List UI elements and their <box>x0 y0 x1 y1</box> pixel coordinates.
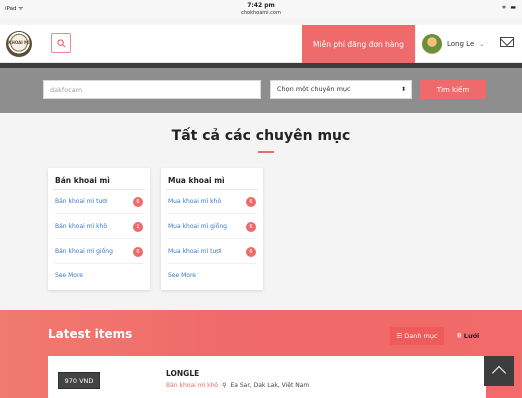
category-card-sell: Bán khoai mì Bán khoai mì tươi 6 Bán kho… <box>48 168 150 290</box>
grid-view-label: Lưới <box>463 332 480 340</box>
chevron-up-icon <box>491 365 507 381</box>
item-location: Ea Sar, Dak Lak, Việt Nam <box>230 382 310 389</box>
post-free-order-button[interactable]: Miễn phí đăng đơn hàng <box>302 25 415 63</box>
category-link[interactable]: Bán khoai mì giống 6 <box>55 240 143 264</box>
count-badge: 1 <box>133 221 143 232</box>
see-more-link[interactable]: See More <box>168 272 196 279</box>
search-toggle-button[interactable] <box>51 33 71 53</box>
count-badge: 6 <box>246 246 256 257</box>
status-bar: iPad ᯤ 7:42 pm chokhoami.com ∗ ▬ <box>0 0 522 18</box>
user-menu[interactable]: Long Le ⌄ <box>415 25 493 63</box>
list-view-button[interactable]: ☰ Danh mục <box>390 327 444 345</box>
count-badge: 6 <box>246 196 256 207</box>
title-underline <box>258 151 274 153</box>
category-link-label: Mua khoai mì giống <box>168 223 227 230</box>
scroll-to-top-button[interactable] <box>484 356 514 386</box>
mail-icon[interactable] <box>500 37 514 47</box>
category-link-label: Bán khoai mì khô <box>55 223 108 230</box>
grid-view-button[interactable]: ⠿ Lưới <box>450 327 486 345</box>
site-logo[interactable]: KHOAI MÌ <box>6 31 32 57</box>
count-badge: 6 <box>133 246 143 257</box>
category-link[interactable]: Mua khoai mì tươi 6 <box>168 240 256 264</box>
card-title[interactable]: Mua khoai mì <box>168 176 225 185</box>
card-title[interactable]: Bán khoai mì <box>55 176 110 185</box>
category-link-label: Mua khoai mì khô <box>168 198 222 205</box>
category-link[interactable]: Bán khoai mì khô 1 <box>55 215 143 239</box>
see-more-link[interactable]: See More <box>55 272 83 279</box>
category-link-label: Bán khoai mì tươi <box>55 198 108 205</box>
avatar <box>422 34 442 54</box>
site-header: KHOAI MÌ Miễn phí đăng đơn hàng Long Le … <box>0 25 522 63</box>
logo-text: KHOAI MÌ <box>8 40 30 45</box>
address-url[interactable]: chokhoami.com <box>0 10 522 16</box>
search-icon <box>56 38 65 47</box>
category-link[interactable]: Mua khoai mì giống 6 <box>168 215 256 239</box>
price-tag: 970 VND <box>58 372 100 389</box>
category-card-buy: Mua khoai mì Mua khoai mì khô 6 Mua khoa… <box>161 168 263 290</box>
battery-indicators: ∗ ▬ <box>501 4 517 11</box>
category-select[interactable]: Chọn một chuyên mục ⬍ <box>270 80 412 99</box>
list-view-label: Danh mục <box>404 332 438 340</box>
count-badge: 6 <box>133 196 143 207</box>
category-link[interactable]: Bán khoai mì tươi 6 <box>55 190 143 214</box>
category-link-label: Bán khoai mì giống <box>55 248 113 255</box>
location-pin-icon: ⚲ <box>222 382 227 389</box>
chevron-down-icon: ⌄ <box>479 40 485 48</box>
user-name: Long Le <box>447 40 475 48</box>
list-item[interactable]: 970 VND LONGLE Bán khoai mì khô ⚲ Ea Sar… <box>48 356 486 398</box>
list-icon: ☰ <box>396 332 403 340</box>
latest-items-title: Latest items <box>48 327 133 341</box>
category-link[interactable]: Mua khoai mì khô 6 <box>168 190 256 214</box>
item-category-link[interactable]: Bán khoai mì khô <box>166 382 218 389</box>
status-center: 7:42 pm chokhoami.com <box>0 2 522 16</box>
select-arrow-icon: ⬍ <box>400 86 406 93</box>
category-select-value: Chọn một chuyên mục <box>277 85 351 93</box>
status-time: 7:42 pm <box>247 2 275 9</box>
item-meta: Bán khoai mì khô ⚲ Ea Sar, Dak Lak, Việt… <box>166 382 309 389</box>
item-title[interactable]: LONGLE <box>166 369 199 378</box>
grid-icon: ⠿ <box>456 332 462 340</box>
keyword-input[interactable] <box>43 80 261 99</box>
category-link-label: Mua khoai mì tươi <box>168 248 222 255</box>
count-badge: 6 <box>246 221 256 232</box>
search-submit-button[interactable]: Tìm kiếm <box>420 80 486 99</box>
categories-title: Tất cả các chuyên mục <box>171 128 351 144</box>
